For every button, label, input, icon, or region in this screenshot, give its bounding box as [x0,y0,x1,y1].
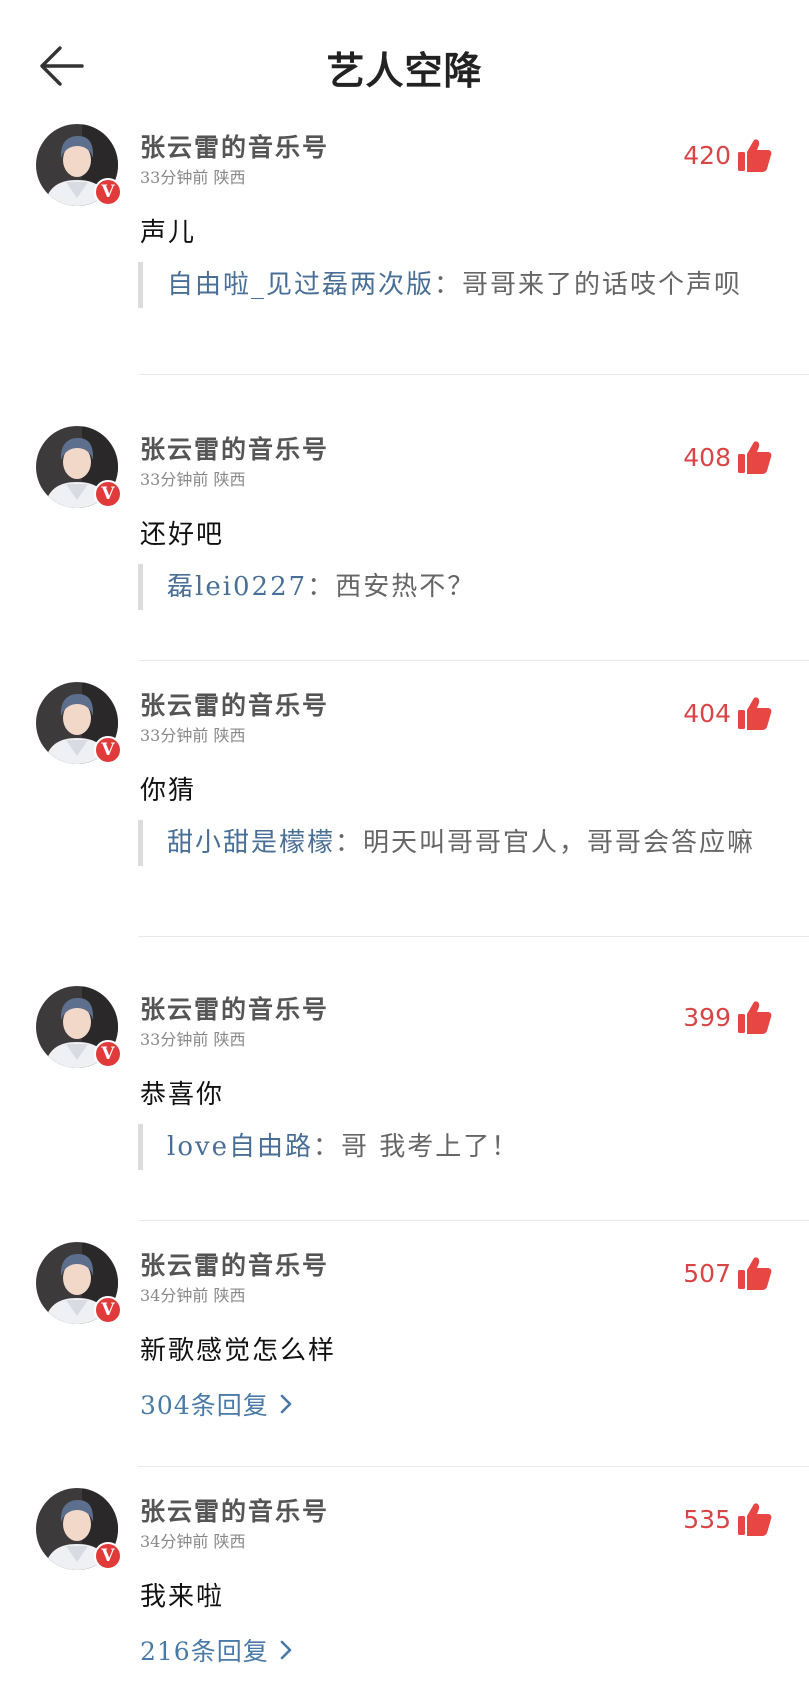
comment-meta: 34分钟前 陕西 [140,1532,246,1551]
like-button[interactable]: 408 [683,440,773,474]
comment-author-name[interactable]: 张云雷的音乐号 [140,990,329,1026]
comment-text: 新歌感觉怎么样 [140,1336,337,1366]
chevron-right-icon [280,1394,292,1414]
comment-text: 声儿 [140,218,197,248]
verified-v-badge-icon: V [94,178,122,206]
reply-count: 216条回复 [140,1637,269,1666]
comment-text: 你猜 [140,776,197,806]
comment-item: V 张云雷的音乐号 34分钟前 陕西 507 新歌感觉怎么样 304条回复 [0,1240,809,1470]
comment-author-name[interactable]: 张云雷的音乐号 [140,128,329,164]
thumbs-up-icon [738,139,772,172]
page-title: 艺人空降 [326,49,483,93]
like-count: 408 [683,442,731,472]
quoted-comment: 磊lei0227：西安热不？ [138,564,758,610]
divider [138,374,809,375]
divider [138,1466,809,1467]
like-count: 404 [683,698,731,728]
chevron-right-icon [280,1640,292,1660]
comment-meta: 33分钟前 陕西 [140,470,246,489]
verified-v-badge-icon: V [94,1296,122,1324]
like-button[interactable]: 535 [683,1502,773,1536]
comment-meta: 33分钟前 陕西 [140,1030,246,1049]
quoted-comment: love自由路：哥 我考上了！ [138,1124,758,1170]
verified-v-badge-icon: V [94,480,122,508]
comment-item: V 张云雷的音乐号 34分钟前 陕西 535 我来啦 216条回复 [0,1486,809,1686]
divider [138,1220,809,1221]
like-button[interactable]: 420 [683,138,773,172]
quoted-comment: 自由啦_见过磊两次版：哥哥来了的话吱个声呗 [138,262,758,308]
like-button[interactable]: 404 [683,696,773,730]
comment-meta: 33分钟前 陕西 [140,168,246,187]
verified-v-badge-icon: V [94,1040,122,1068]
quoted-user-name[interactable]: 自由啦_见过磊两次版 [167,270,434,300]
quoted-user-name[interactable]: love自由路 [167,1132,313,1162]
quoted-text: ：西安热不？ [307,572,476,602]
like-count: 399 [683,1002,731,1032]
top-bar: 艺人空降 [0,0,809,130]
like-button[interactable]: 399 [683,1000,773,1034]
view-replies-link[interactable]: 216条回复 [140,1632,297,1668]
comment-item: V 张云雷的音乐号 33分钟前 陕西 399 恭喜你 love自由路：哥 我考上… [0,984,809,1224]
comment-author-name[interactable]: 张云雷的音乐号 [140,1492,329,1528]
divider [138,660,809,661]
thumbs-up-icon [738,441,772,474]
comment-item: V 张云雷的音乐号 33分钟前 陕西 408 还好吧 磊lei0227：西安热不… [0,424,809,664]
comment-author-name[interactable]: 张云雷的音乐号 [140,686,329,722]
verified-v-badge-icon: V [94,1542,122,1570]
like-count: 535 [683,1504,731,1534]
verified-v-badge-icon: V [94,736,122,764]
like-count: 420 [683,140,731,170]
quoted-comment: 甜小甜是檬檬：明天叫哥哥官人，哥哥会答应嘛 [138,820,758,866]
like-button[interactable]: 507 [683,1256,773,1290]
comment-author-name[interactable]: 张云雷的音乐号 [140,430,329,466]
comment-text: 恭喜你 [140,1080,225,1110]
quoted-text: ：哥 我考上了！ [313,1132,520,1162]
thumbs-up-icon [738,1257,772,1290]
reply-count: 304条回复 [140,1391,269,1420]
comment-author-name[interactable]: 张云雷的音乐号 [140,1246,329,1282]
thumbs-up-icon [738,697,772,730]
comment-meta: 34分钟前 陕西 [140,1286,246,1305]
view-replies-link[interactable]: 304条回复 [140,1386,297,1422]
quoted-text: ：哥哥来了的话吱个声呗 [434,270,743,300]
quoted-text: ：明天叫哥哥官人，哥哥会答应嘛 [335,828,756,858]
divider [138,936,809,937]
comment-text: 还好吧 [140,520,225,550]
comment-text: 我来啦 [140,1582,225,1612]
quoted-user-name[interactable]: 磊lei0227 [167,572,307,602]
comment-item: V 张云雷的音乐号 33分钟前 陕西 420 声儿 自由啦_见过磊两次版：哥哥来… [0,122,809,402]
comment-meta: 33分钟前 陕西 [140,726,246,745]
quoted-user-name[interactable]: 甜小甜是檬檬 [167,828,335,858]
comment-item: V 张云雷的音乐号 33分钟前 陕西 404 你猜 甜小甜是檬檬：明天叫哥哥官人… [0,680,809,960]
like-count: 507 [683,1258,731,1288]
thumbs-up-icon [738,1001,772,1034]
thumbs-up-icon [738,1503,772,1536]
